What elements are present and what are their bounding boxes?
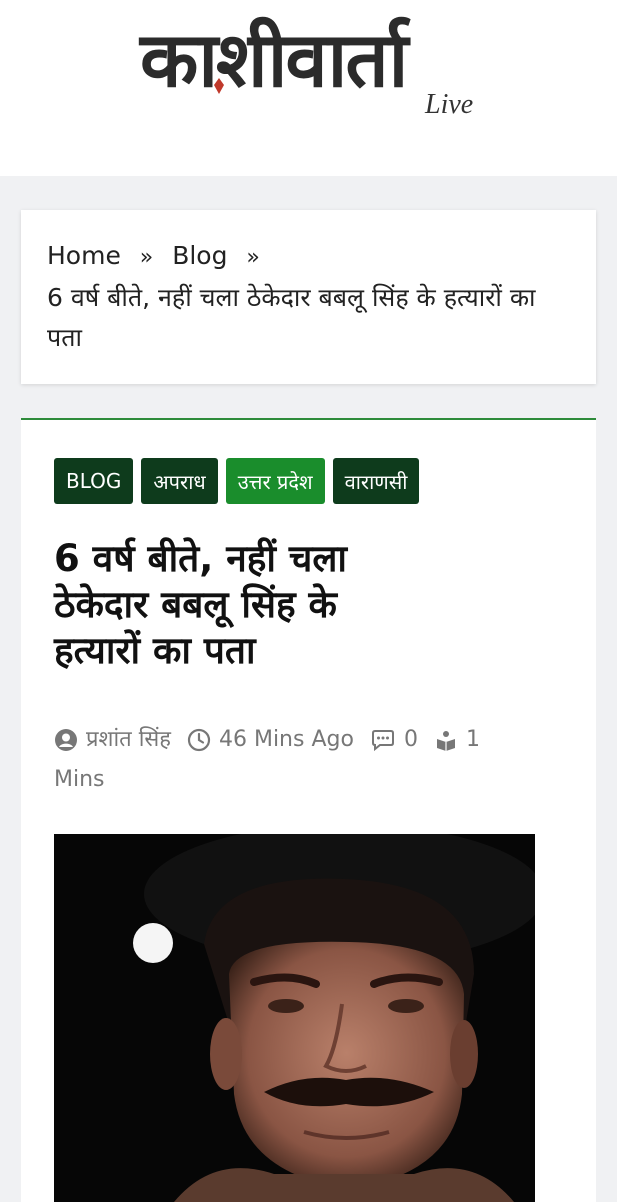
clock-icon — [187, 728, 211, 752]
featured-image[interactable] — [54, 834, 535, 1202]
title-line: हत्यारों का पता — [54, 629, 256, 672]
comment-count: 0 — [403, 727, 418, 752]
logo-text: काशीवार्ता — [140, 15, 408, 104]
breadcrumb: Home » Blog » 6 वर्ष बीते, नहीं चला ठेके… — [21, 210, 596, 384]
comment-icon — [371, 730, 394, 752]
site-header: काशीवार्ता Live — [0, 0, 617, 176]
article-card: BLOG अपराध उत्तर प्रदेश वाराणसी 6 वर्ष ब… — [21, 418, 596, 1202]
article-meta: प्रशांत सिंह 46 Mins Ago 0 1 Mins — [54, 720, 534, 800]
reading-icon — [436, 731, 455, 751]
user-icon — [55, 729, 77, 751]
breadcrumb-separator: » — [139, 245, 154, 270]
tag-crime[interactable]: अपराध — [141, 458, 218, 504]
reading-value: 1 — [465, 727, 480, 752]
breadcrumb-home-link[interactable]: Home — [47, 241, 121, 270]
author-name: प्रशांत सिंह — [86, 727, 171, 752]
title-line: ठेकेदार बबलू सिंह के — [54, 583, 337, 626]
time-ago: 46 Mins Ago — [218, 727, 354, 752]
article-title: 6 वर्ष बीते, नहीं चला ठेकेदार बबलू सिंह … — [54, 536, 474, 674]
breadcrumb-current-cont: पता — [47, 323, 82, 352]
breadcrumb-current: 6 वर्ष बीते, नहीं चला ठेकेदार बबलू सिंह … — [47, 283, 536, 312]
comments-link[interactable]: 0 — [370, 720, 418, 760]
post-time: 46 Mins Ago — [187, 720, 354, 760]
reading-time: 1 — [434, 720, 480, 760]
title-line: 6 वर्ष बीते, नहीं चला — [54, 537, 348, 580]
logo-subtitle: Live — [425, 89, 474, 120]
reading-unit: Mins — [54, 767, 105, 792]
tag-varanasi[interactable]: वाराणसी — [332, 458, 420, 504]
site-logo[interactable]: काशीवार्ता Live — [140, 10, 485, 130]
pen-nib-icon — [214, 78, 224, 94]
tag-uttar-pradesh[interactable]: उत्तर प्रदेश — [225, 458, 325, 504]
breadcrumb-blog-link[interactable]: Blog — [172, 241, 227, 270]
breadcrumb-trail: Home » Blog » — [47, 236, 570, 278]
breadcrumb-separator: » — [246, 245, 260, 270]
category-tags: BLOG अपराध उत्तर प्रदेश वाराणसी — [54, 458, 420, 504]
portrait-photo — [54, 834, 535, 1202]
tag-blog[interactable]: BLOG — [54, 458, 134, 504]
author[interactable]: प्रशांत सिंह — [54, 720, 171, 760]
